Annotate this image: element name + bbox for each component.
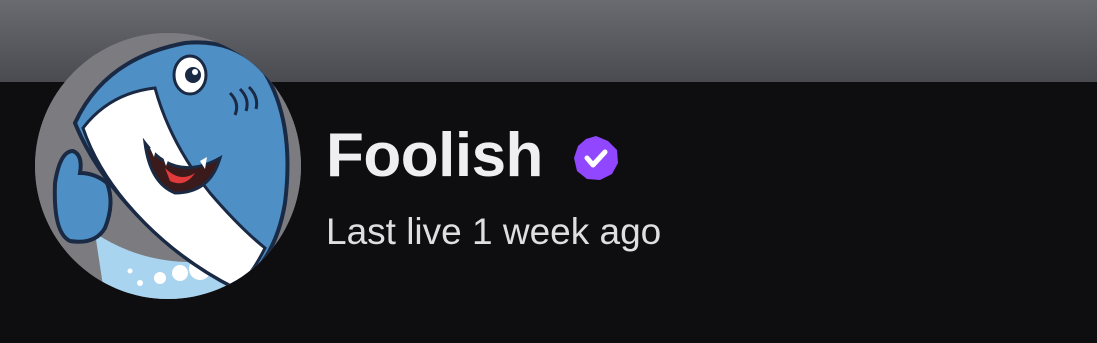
shark-mascot-avatar [35, 33, 301, 299]
channel-name-row: Foolish [326, 118, 619, 194]
channel-avatar[interactable] [35, 33, 301, 299]
channel-profile-header: Foolish Last live 1 week ago [0, 0, 1097, 343]
last-live-status: Last live 1 week ago [326, 211, 662, 252]
verified-checkmark-icon[interactable] [573, 135, 619, 181]
channel-name[interactable]: Foolish [326, 118, 543, 194]
